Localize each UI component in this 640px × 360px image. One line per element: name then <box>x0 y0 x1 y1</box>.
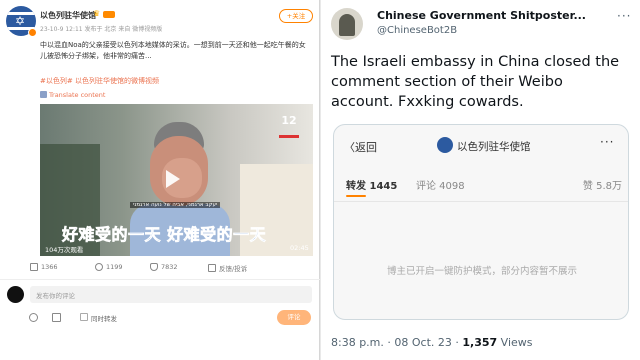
comment-icon <box>95 263 103 271</box>
active-tab-indicator <box>346 195 366 197</box>
tab-like: 赞 5.8万 <box>582 181 622 192</box>
tweet-text: The Israeli embassy in China closed the … <box>331 54 620 110</box>
weibo-post-meta: 23-10-9 12:11 发布于 北京 来自 微博视频版 <box>40 26 163 33</box>
channel-logo-stripe <box>279 135 299 138</box>
submit-comment-button[interactable]: 评论 <box>277 310 311 325</box>
tweet: Chinese Government Shitposter... @Chines… <box>321 0 640 360</box>
like-count: 7832 <box>161 263 178 271</box>
embedded-account-name: 以色列驻华使馆 <box>457 141 531 153</box>
tweet-views-label: Views <box>497 336 533 349</box>
embedded-tabs: 转发 1445 评论 4098 赞 5.8万 <box>346 177 622 193</box>
embedded-more-icon: ··· <box>600 135 615 149</box>
embedded-account-avatar <box>437 137 453 153</box>
screenshot-composite: ✡ 以色列驻华使馆 ♛ 23-10-9 12:11 发布于 北京 来自 微博视频… <box>0 0 640 360</box>
tweet-views-count: 1,357 <box>462 336 498 349</box>
also-repost-checkbox[interactable] <box>80 313 88 321</box>
crown-icon: ♛ <box>93 9 101 18</box>
video-hebrew-caption: יעקב ארגמני, אביה של נועה ארגמני <box>130 202 221 208</box>
tab-repost: 转发 1445 <box>346 181 398 192</box>
weibo-post-text: 中以混血Noa的父亲接受以色列本地媒体的采访。一想到前一天还和他一起吃午餐的女儿… <box>40 41 306 60</box>
translate-label: Translate content <box>49 91 106 99</box>
weibo-post: ✡ 以色列驻华使馆 ♛ 23-10-9 12:11 发布于 北京 来自 微博视频… <box>0 0 320 360</box>
translate-link[interactable]: Translate content <box>40 91 105 99</box>
comment-input[interactable]: 发布你的评论 <box>30 286 312 303</box>
comments-disabled-notice: 博主已开启一键防护模式，部分内容暂不展示 <box>386 266 577 277</box>
report-label: 反馈/投诉 <box>219 265 248 273</box>
repost-button[interactable]: 1366 <box>30 263 58 271</box>
comment-button[interactable]: 1199 <box>95 263 123 271</box>
video-duration: 02:45 <box>290 244 309 252</box>
translate-icon <box>40 91 47 98</box>
embedded-divider <box>334 201 628 202</box>
play-icon[interactable] <box>166 170 180 188</box>
also-repost-label: 同时转发 <box>91 315 117 323</box>
comment-count: 1199 <box>106 263 123 271</box>
tweet-time[interactable]: 8:38 p.m. · 08 Oct. 23 · <box>331 336 462 349</box>
video-view-count: 104万次观看 <box>45 246 84 254</box>
weibo-hashtags[interactable]: #以色列# 以色列驻华使馆的微博视频 <box>40 76 159 86</box>
tweet-author-handle[interactable]: @ChineseBot2B <box>377 25 457 36</box>
level-badge-icon <box>103 11 115 18</box>
report-icon <box>208 264 216 272</box>
channel-12-logo: 12 <box>281 114 297 127</box>
tweet-timestamp-views: 8:38 p.m. · 08 Oct. 23 · 1,357 Views <box>331 336 533 349</box>
tab-comment: 评论 4098 <box>416 181 465 192</box>
divider <box>0 279 320 280</box>
back-button: 〈返回 <box>344 141 377 154</box>
repost-icon <box>30 263 38 271</box>
tweet-author-name[interactable]: Chinese Government Shitposter... <box>377 9 586 22</box>
like-button[interactable]: 7832 <box>150 263 178 271</box>
star-of-david-icon: ✡ <box>15 14 26 28</box>
thumbs-up-icon <box>150 263 158 271</box>
weibo-account-name[interactable]: 以色列驻华使馆 <box>40 10 96 21</box>
report-button[interactable]: 反馈/投诉 <box>208 263 247 273</box>
tweet-author-avatar[interactable] <box>331 8 363 40</box>
repost-count: 1366 <box>41 263 58 271</box>
tweet-embedded-image[interactable]: 〈返回 以色列驻华使馆 ··· 转发 1445 评论 4098 赞 5.8万 博… <box>333 124 629 320</box>
follow-button[interactable]: +关注 <box>279 9 313 23</box>
emoji-icon[interactable] <box>29 313 38 322</box>
video-subtitle: 好难受的一天 好难受的一天 <box>62 225 267 245</box>
video-player[interactable]: 12 יעקב ארגמני, אביה של נועה ארגמני 好难受的… <box>40 104 313 256</box>
more-options-icon[interactable]: ··· <box>617 9 631 23</box>
verified-badge-icon <box>28 28 37 37</box>
image-upload-icon[interactable] <box>52 313 61 322</box>
my-avatar <box>7 286 24 303</box>
weibo-action-bar: 1366 1199 7832 反馈/投诉 <box>0 263 320 277</box>
